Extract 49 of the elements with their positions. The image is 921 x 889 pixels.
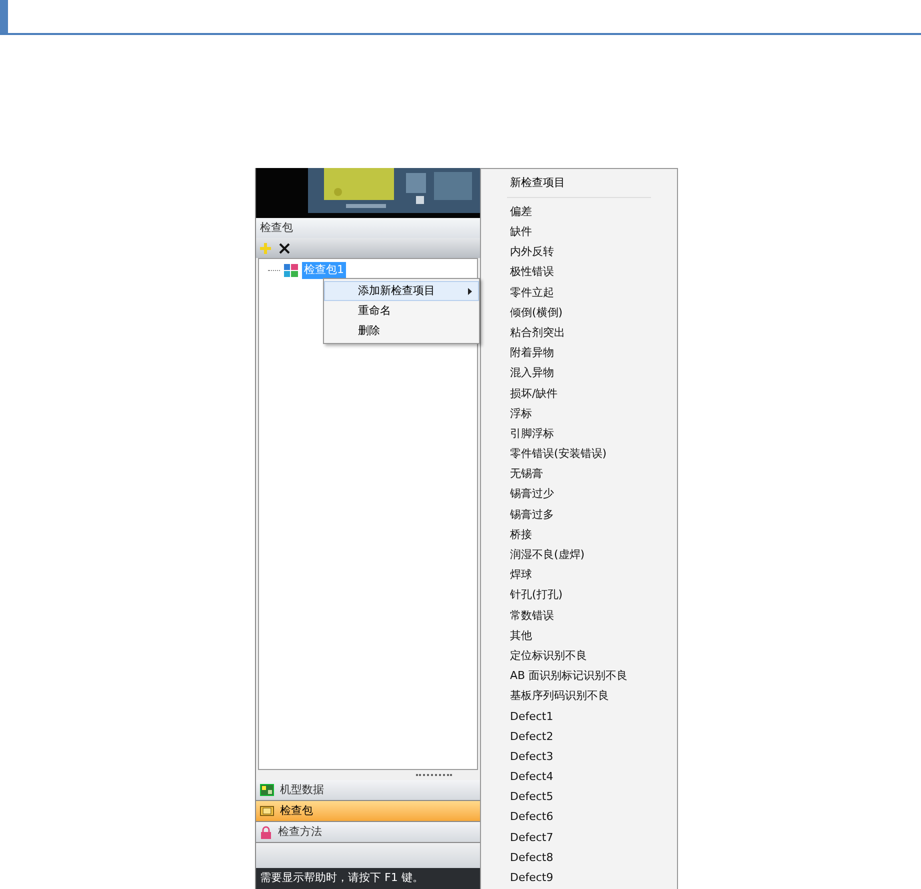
menu-item[interactable]: 偏差 <box>481 202 677 222</box>
menu-item[interactable]: 定位标识别不良 <box>481 646 677 666</box>
menu-item[interactable]: Defect7 <box>481 828 677 848</box>
menu-item[interactable]: Defect8 <box>481 848 677 868</box>
menu-item[interactable]: 零件错误(安装错误) <box>481 444 677 464</box>
menu-item[interactable]: 重命名 <box>324 301 479 321</box>
menu-item[interactable]: 粘合剂突出 <box>481 323 677 344</box>
menu-item[interactable]: 极性错误 <box>481 262 677 283</box>
menu-item[interactable]: 内外反转 <box>481 242 677 263</box>
menu-item[interactable]: 损坏/缺件 <box>481 384 677 404</box>
panel-title: 检查包 <box>256 218 480 238</box>
menu-item[interactable]: 添加新检查项目 <box>324 281 479 301</box>
menu-item[interactable]: 无锡膏 <box>481 464 677 485</box>
menu-item[interactable]: 常数错误 <box>481 606 677 626</box>
menu-item[interactable]: Defect2 <box>481 726 677 748</box>
status-bar: 需要显示帮助时，请按下 F1 键。 <box>256 868 480 889</box>
menu-item[interactable]: 删除 <box>324 321 479 341</box>
nav-tab[interactable]: 检查包 <box>256 801 480 822</box>
menu-header: 新检查项目 <box>509 174 566 191</box>
nav-tab[interactable]: 检查方法 <box>256 822 480 843</box>
menu-item[interactable]: 润湿不良(虚焊) <box>481 545 677 566</box>
menu-item[interactable]: 零件立起 <box>481 282 677 303</box>
menu-item[interactable]: Defect1 <box>481 706 677 727</box>
folder-icon <box>260 805 274 817</box>
menu-item[interactable]: Defect4 <box>481 767 677 788</box>
nav-tab[interactable]: 机型数据 <box>256 780 480 801</box>
menu-item[interactable]: 锡膏过少 <box>481 484 677 505</box>
menu-item[interactable]: 倾倒(横倒) <box>481 302 677 324</box>
menu-item[interactable]: Defect5 <box>481 787 677 808</box>
menu-item[interactable]: AB 面识别标记识别不良 <box>481 666 677 686</box>
menu-item[interactable]: 基板序列码识别不良 <box>481 686 677 707</box>
circuit-board-icon <box>260 784 274 796</box>
menu-item[interactable]: Defect9 <box>481 868 677 888</box>
submenu-arrow-icon <box>468 288 472 294</box>
menu-item[interactable]: 混入异物 <box>481 364 677 384</box>
close-icon[interactable] <box>279 242 290 254</box>
menu-item[interactable]: 引脚浮标 <box>481 424 677 444</box>
menu-item[interactable]: 其他 <box>481 626 677 646</box>
menu-item[interactable]: 附着异物 <box>481 343 677 364</box>
package-icon <box>284 264 298 277</box>
menu-item[interactable]: 浮标 <box>481 404 677 424</box>
menu-item[interactable]: Defect3 <box>481 747 677 768</box>
menu-item[interactable]: 针孔(打孔) <box>481 586 677 606</box>
lock-icon <box>260 826 272 838</box>
menu-item[interactable]: 缺件 <box>481 222 677 242</box>
menu-item[interactable]: 锡膏过多 <box>481 504 677 525</box>
menu-item[interactable]: 桥接 <box>481 525 677 546</box>
menu-item[interactable]: 焊球 <box>481 565 677 586</box>
menu-item[interactable]: Defect6 <box>481 808 677 828</box>
